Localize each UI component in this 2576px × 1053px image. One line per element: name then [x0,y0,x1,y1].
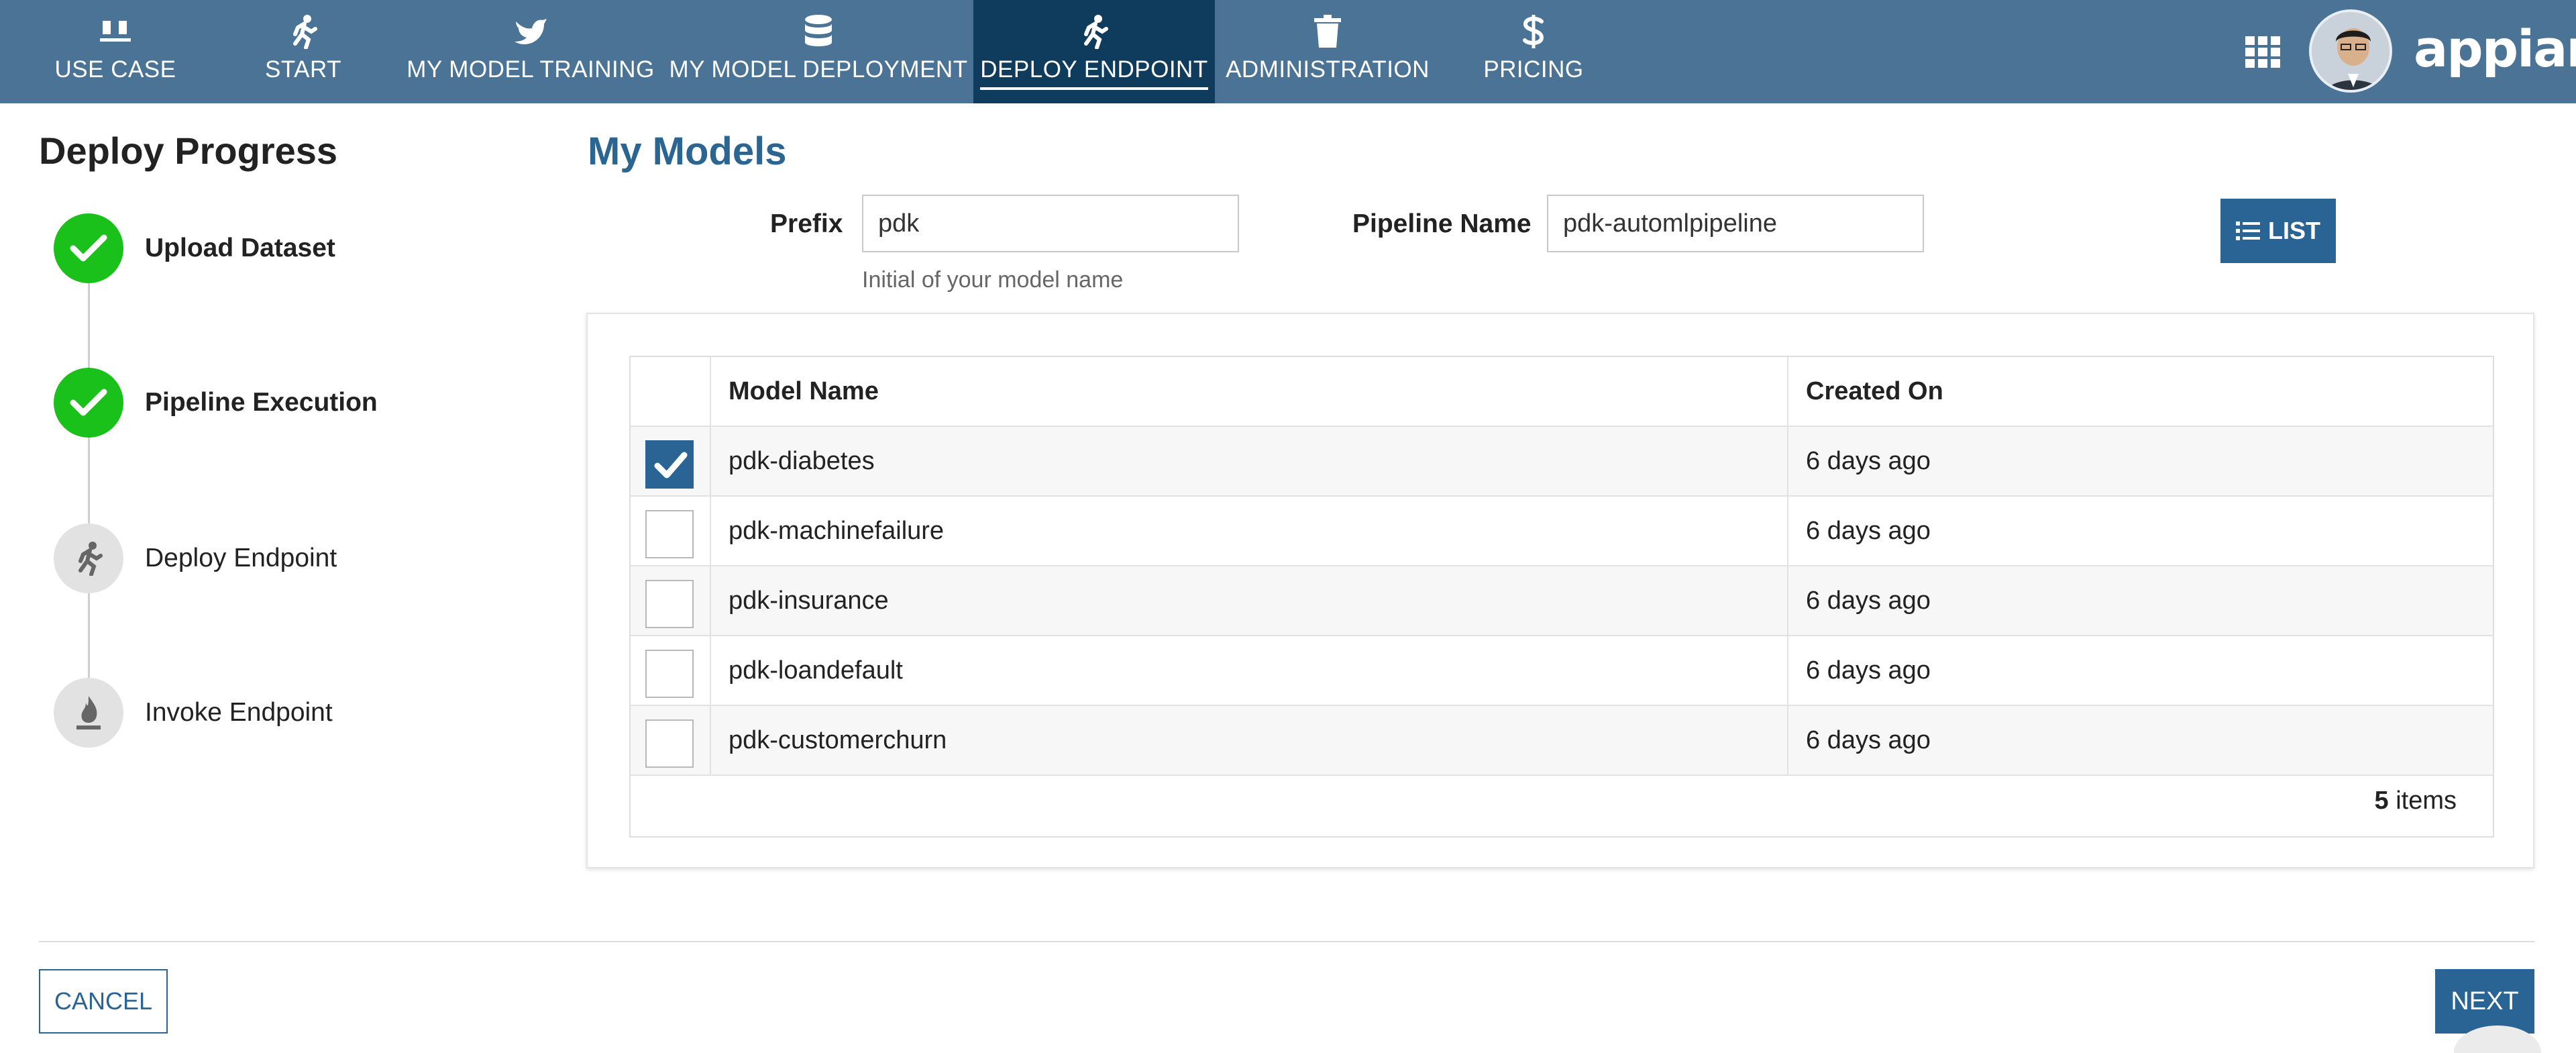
models-grid: Model Name Created On pdk-diabetes 6 day… [629,356,2494,838]
model-name-cell: pdk-machinefailure [729,516,945,545]
nav-tab-label: ADMINISTRATION [1226,56,1430,83]
row-checkbox[interactable] [645,510,694,558]
nav-tab-label: DEPLOY ENDPOINT [980,56,1208,90]
prefix-input[interactable] [862,195,1239,252]
nav-tab-deploy-endpoint[interactable]: DEPLOY ENDPOINT [973,0,1215,103]
column-divider [1787,357,1788,774]
nav-tab-use-case[interactable]: USE CASE [27,0,204,103]
nav-tab-label: USE CASE [54,56,176,83]
pipeline-name-label: Pipeline Name [1352,209,1532,238]
column-header-model-name[interactable]: Model Name [729,357,879,425]
my-models-title: My Models [588,130,787,173]
prefix-label: Prefix [770,209,843,238]
column-divider [710,357,711,774]
table-row[interactable]: pdk-customerchurn 6 days ago [631,706,2493,776]
nav-tab-label: MY MODEL DEPLOYMENT [669,56,968,83]
bird-icon [513,12,548,51]
user-avatar[interactable] [2309,9,2392,93]
created-on-cell: 6 days ago [1806,516,1931,545]
progress-connector-line [88,282,90,711]
nav-tab-label: PRICING [1483,56,1584,83]
nav-tab-label: START [265,56,341,83]
app-grid-icon[interactable] [2244,36,2282,68]
row-checkbox[interactable] [645,580,694,628]
table-row[interactable]: pdk-diabetes 6 days ago [631,427,2493,497]
fire-icon [54,678,123,748]
list-button[interactable]: LIST [2220,199,2336,263]
progress-step-upload-dataset: Upload Dataset [54,213,335,283]
table-row[interactable]: pdk-insurance 6 days ago [631,566,2493,636]
trash-icon [1313,12,1342,51]
created-on-cell: 6 days ago [1806,446,1931,475]
item-count-number: 5 [2374,787,2389,815]
progress-step-invoke-endpoint: Invoke Endpoint [54,678,333,748]
step-label: Upload Dataset [145,234,335,262]
column-header-created-on[interactable]: Created On [1806,357,1943,425]
top-navigation-bar: USE CASE START MY MODEL TRAINING MY MODE… [0,0,2576,103]
created-on-cell: 6 days ago [1806,725,1931,754]
nav-tab-start[interactable]: START [223,0,384,103]
item-count-suffix: items [2388,787,2457,815]
appian-logo: appian [2414,19,2576,79]
nav-tab-my-model-deployment[interactable]: MY MODEL DEPLOYMENT [669,0,967,103]
row-checkbox[interactable] [645,440,694,489]
list-button-label: LIST [2268,217,2320,244]
running-person-icon [54,523,123,593]
model-name-cell: pdk-insurance [729,586,889,615]
nav-tab-pricing[interactable]: PRICING [1466,0,1601,103]
step-label: Deploy Endpoint [145,544,337,572]
item-count: 5 items [2375,787,2457,815]
deploy-progress-title: Deploy Progress [39,130,338,172]
model-name-cell: pdk-loandefault [729,656,903,685]
progress-step-deploy-endpoint: Deploy Endpoint [54,523,337,593]
nav-tab-label: MY MODEL TRAINING [407,56,655,83]
models-panel: Model Name Created On pdk-diabetes 6 day… [586,313,2534,868]
running-person-icon [288,12,318,51]
created-on-cell: 6 days ago [1806,586,1931,615]
cups-icon [99,12,132,51]
model-name-cell: pdk-customerchurn [729,725,947,754]
list-icon [2236,221,2260,240]
table-row[interactable]: pdk-loandefault 6 days ago [631,636,2493,706]
next-button[interactable]: NEXT [2435,969,2534,1034]
nav-tab-administration[interactable]: ADMINISTRATION [1226,0,1430,103]
table-header-row: Model Name Created On [631,357,2493,427]
prefix-helper-text: Initial of your model name [862,267,1124,293]
created-on-cell: 6 days ago [1806,656,1931,685]
database-icon [804,12,833,51]
pipeline-name-input[interactable] [1547,195,1924,252]
dollar-icon [1523,12,1544,51]
check-icon [54,368,123,438]
footer-divider [39,941,2534,942]
step-label: Invoke Endpoint [145,698,333,727]
row-checkbox[interactable] [645,650,694,698]
check-icon [54,213,123,283]
running-person-icon [1079,12,1109,51]
model-name-cell: pdk-diabetes [729,446,875,475]
cancel-button[interactable]: CANCEL [39,969,168,1034]
progress-step-pipeline-execution: Pipeline Execution [54,368,378,438]
check-icon [654,452,688,479]
step-label: Pipeline Execution [145,388,378,417]
nav-tab-my-model-training[interactable]: MY MODEL TRAINING [407,0,655,103]
table-row[interactable]: pdk-machinefailure 6 days ago [631,497,2493,566]
row-checkbox[interactable] [645,719,694,768]
